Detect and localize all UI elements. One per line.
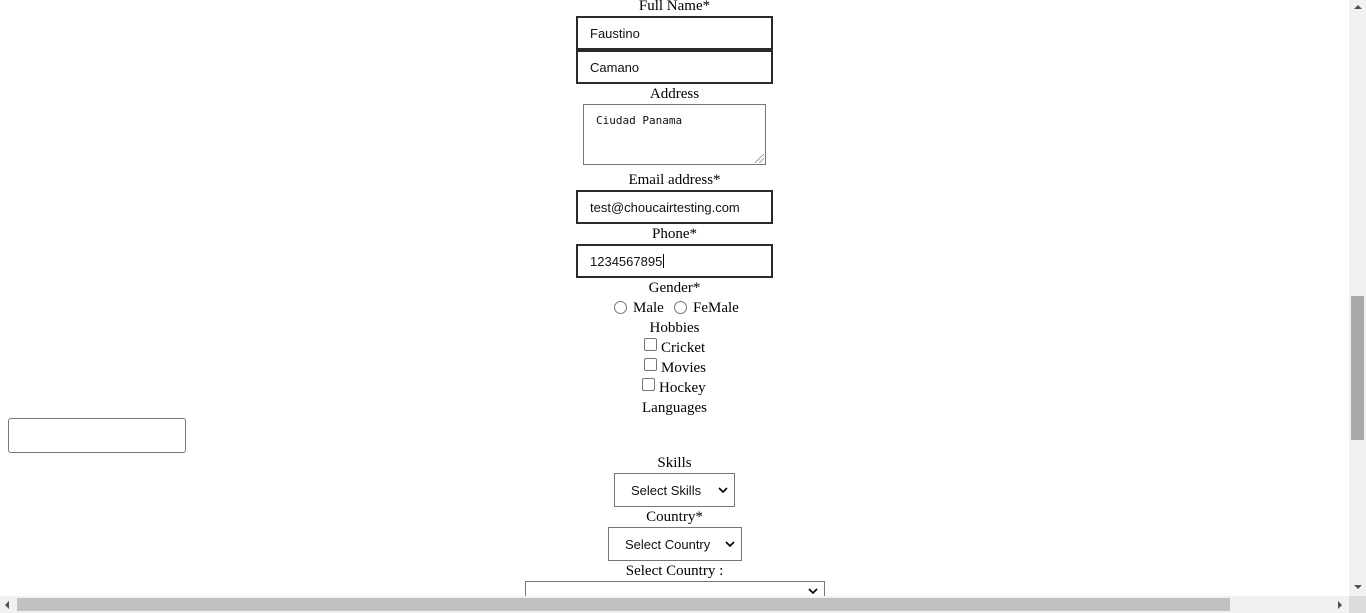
email-input[interactable]: test@choucairtesting.com xyxy=(576,190,773,224)
phone-input[interactable]: 1234567895 xyxy=(576,244,773,278)
full-name-label: Full Name* xyxy=(638,0,711,14)
phone-value: 1234567895 xyxy=(590,253,663,269)
chevron-down-icon xyxy=(718,487,728,493)
resize-grip-icon[interactable] xyxy=(755,154,764,163)
country-select[interactable]: Select Country xyxy=(608,527,742,561)
hobby-cricket-checkbox[interactable] xyxy=(644,338,657,351)
vertical-scrollbar[interactable] xyxy=(1349,0,1366,596)
vertical-scroll-thumb[interactable] xyxy=(1351,296,1364,440)
last-name-input[interactable]: Camano xyxy=(576,50,773,84)
skills-select[interactable]: Select Skills xyxy=(614,473,735,507)
text-cursor xyxy=(663,254,665,268)
first-name-value: Faustino xyxy=(590,25,640,41)
gender-label: Gender* xyxy=(648,280,701,296)
gender-female-label: FeMale xyxy=(693,300,739,316)
gender-female-radio[interactable] xyxy=(674,301,687,314)
country-selected-value: Select Country xyxy=(625,536,711,552)
horizontal-scroll-thumb[interactable] xyxy=(17,598,1230,611)
chevron-down-icon xyxy=(725,541,735,547)
scroll-left-arrow-icon[interactable] xyxy=(5,601,9,609)
gender-male-radio[interactable] xyxy=(614,301,627,314)
phone-label: Phone* xyxy=(652,226,697,242)
horizontal-scrollbar[interactable] xyxy=(0,596,1349,613)
languages-label: Languages xyxy=(642,400,707,416)
scrollbar-corner xyxy=(1349,596,1366,613)
last-name-value: Camano xyxy=(590,59,640,75)
hobby-cricket-label: Cricket xyxy=(661,340,706,356)
email-value: test@choucairtesting.com xyxy=(590,199,740,215)
hobby-hockey-checkbox[interactable] xyxy=(642,378,655,391)
scroll-right-arrow-icon[interactable] xyxy=(1338,601,1342,609)
address-textarea[interactable]: Ciudad Panama xyxy=(583,104,766,165)
address-label: Address xyxy=(649,86,700,102)
scroll-up-arrow-icon[interactable] xyxy=(1354,5,1362,9)
hobby-movies-label: Movies xyxy=(661,360,706,376)
languages-multiselect[interactable] xyxy=(8,418,186,453)
skills-selected-value: Select Skills xyxy=(631,482,702,498)
hobbies-label: Hobbies xyxy=(649,320,700,336)
chevron-down-icon xyxy=(808,588,818,594)
hobby-hockey-label: Hockey xyxy=(659,380,706,396)
hobby-movies-checkbox[interactable] xyxy=(644,358,657,371)
email-label: Email address* xyxy=(628,172,721,188)
first-name-input[interactable]: Faustino xyxy=(576,16,773,50)
country-label: Country* xyxy=(646,509,703,525)
skills-label: Skills xyxy=(657,455,692,471)
select-country-label: Select Country : xyxy=(625,563,724,579)
address-value: Ciudad Panama xyxy=(596,114,683,127)
scroll-down-arrow-icon[interactable] xyxy=(1354,585,1362,589)
gender-male-label: Male xyxy=(633,300,664,316)
